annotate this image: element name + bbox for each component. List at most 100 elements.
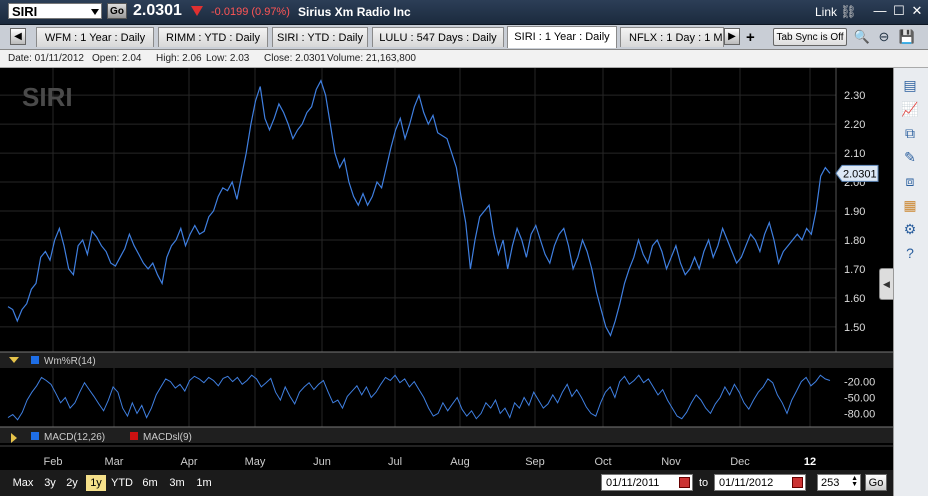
time-tick-label: Jul [388,456,402,468]
range-1m-button[interactable]: 1m [193,475,215,491]
last-price-marker: 2.0301 [835,164,879,182]
wmr-tick-label: -80.00 [844,408,875,420]
go-button[interactable]: Go [107,3,127,19]
link-icon[interactable]: ⛓ [840,4,857,20]
indicator-icon[interactable]: ⧈ [900,172,920,190]
macd-legend-label: MACD(12,26) [44,432,105,443]
range-max-button[interactable]: Max [10,475,36,491]
range-1y-button[interactable]: 1y [86,475,106,491]
price-tick-label: 2.10 [844,148,865,160]
settings-gear-icon[interactable]: ⚙ [900,220,920,238]
info-volume: Volume: 21,163,800 [327,53,416,64]
info-open: Open: 2.04 [92,53,142,64]
title-bar: SIRI Go 2.0301 -0.0199 (0.97%) Sirius Xm… [0,0,928,25]
time-tick-label: Oct [594,456,611,468]
spinner-arrows-icon[interactable]: ▲ ▼ [851,475,858,488]
time-tick-label: Sep [525,456,545,468]
right-toolbar: ▤ 📈 ⧉ ✎ ⧈ ▦ ⚙ ? [893,68,928,496]
to-date-input[interactable]: 01/11/2012 [714,474,806,491]
info-high: High: 2.06 [156,53,202,64]
price-series-line [7,79,831,338]
price-tick-label: 1.90 [844,206,865,218]
from-date-value: 01/11/2011 [606,477,660,489]
time-tick-label: May [245,456,266,468]
wmr-legend-swatch [31,356,39,364]
price-change: -0.0199 (0.97%) [211,6,290,18]
tab-siri-1-year[interactable]: SIRI : 1 Year : Daily [507,26,617,48]
tab-sync-button[interactable]: Tab Sync is Off [773,28,847,46]
range-2y-button[interactable]: 2y [63,475,81,491]
range-6m-button[interactable]: 6m [139,475,161,491]
symbol-value: SIRI [12,4,38,19]
to-label: to [699,477,709,489]
panel-collapse-button[interactable]: ◀ [879,268,893,300]
calendar-icon[interactable] [792,477,803,488]
time-tick-label: Jun [313,456,331,468]
range-ytd-button[interactable]: YTD [110,475,134,491]
from-date-input[interactable]: 01/11/2011 [601,474,693,491]
wmr-tick-label: -50.00 [844,393,875,405]
last-price-label: 2.0301 [843,168,877,180]
tab-nflx[interactable]: NFLX : 1 Day : 1 Mi [620,27,724,47]
range-3y-button[interactable]: 3y [41,475,59,491]
calendar-icon[interactable] [679,477,690,488]
time-axis: Feb Mar Apr May Jun Jul Aug Sep Oct Nov Dec 12 [44,456,817,468]
maximize-icon[interactable]: ☐ [891,3,907,19]
time-tick-label: Dec [730,456,750,468]
tab-scroll-right-button[interactable]: ▶ [724,28,740,45]
chart-type-icon[interactable]: ▤ [900,76,920,94]
wmr-tick-label: -20.00 [844,377,875,389]
wmr-axis: -20.00 -50.00 -80.00 [844,377,875,421]
date-go-button[interactable]: Go [865,474,887,491]
tab-rimm[interactable]: RIMM : YTD : Daily [158,27,268,47]
time-tick-label: Apr [180,456,197,468]
draw-tool-icon[interactable]: ✎ [900,148,920,166]
price-grid [0,94,836,328]
vertical-grid [52,68,811,352]
company-name: Sirius Xm Radio Inc [298,5,411,19]
price-tick-label: 1.50 [844,322,865,334]
tab-siri-ytd[interactable]: SIRI : YTD : Daily [272,27,368,47]
macdsl-legend-label: MACDsl(9) [143,432,192,443]
add-tab-button[interactable]: + [746,29,755,46]
close-icon[interactable]: ✕ [909,3,925,19]
time-tick-label: 12 [804,456,816,468]
price-tick-label: 2.30 [844,90,865,102]
symbol-input[interactable]: SIRI [8,3,102,19]
info-low: Low: 2.03 [206,53,250,64]
time-tick-label: Aug [450,456,470,468]
info-date: Date: 01/11/2012 [8,53,84,64]
help-icon[interactable]: ? [900,244,920,262]
range-3m-button[interactable]: 3m [166,475,188,491]
zoom-in-icon[interactable]: 🔍 [853,28,871,46]
link-label[interactable]: Link [815,5,837,19]
chart-watermark-symbol: SIRI [22,82,73,112]
macdsl-legend-swatch [130,432,138,440]
save-icon[interactable]: 💾 [898,28,916,46]
bar-count-value: 253 [821,477,840,489]
bottom-range-bar: Max 3y 2y 1y YTD 6m 3m 1m 01/11/2011 to … [0,470,893,496]
to-date-value: 01/11/2012 [719,477,774,489]
stock-chart[interactable]: SIRI 2.302.202.102.001.901.801.701.601.5… [0,68,893,470]
tab-scroll-left-button[interactable]: ◀ [10,28,26,45]
tab-lulu[interactable]: LULU : 547 Days : Daily [372,27,504,47]
chevron-down-icon[interactable] [91,9,99,15]
price-tick-label: 2.20 [844,119,865,131]
tab-wfm[interactable]: WFM : 1 Year : Daily [36,27,154,47]
info-close: Close: 2.0301 [264,53,326,64]
line-chart-icon[interactable]: 📈 [900,100,920,118]
compare-icon[interactable]: ⧉ [900,124,920,142]
bar-count-input[interactable]: 253 ▲ ▼ [817,474,861,491]
wmr-legend-label: Wm%R(14) [44,356,96,367]
time-tick-label: Feb [44,456,63,468]
last-price: 2.0301 [133,2,182,19]
minimize-icon[interactable]: — [872,3,888,19]
down-arrow-icon [191,6,203,16]
wmr-panel-header [0,352,893,368]
price-tick-label: 1.80 [844,235,865,247]
color-palette-icon[interactable]: ▦ [900,196,920,214]
zoom-out-icon[interactable]: ⊖ [875,28,893,46]
chart-area[interactable]: SIRI 2.30 2.20 2.10 2.00 1.90 1.80 1.70 1.60 1.5… [0,68,893,470]
price-tick-label: 1.60 [844,293,865,305]
chart-tab-bar: ◀ WFM : 1 Year : Daily RIMM : YTD : Dail… [0,25,928,50]
